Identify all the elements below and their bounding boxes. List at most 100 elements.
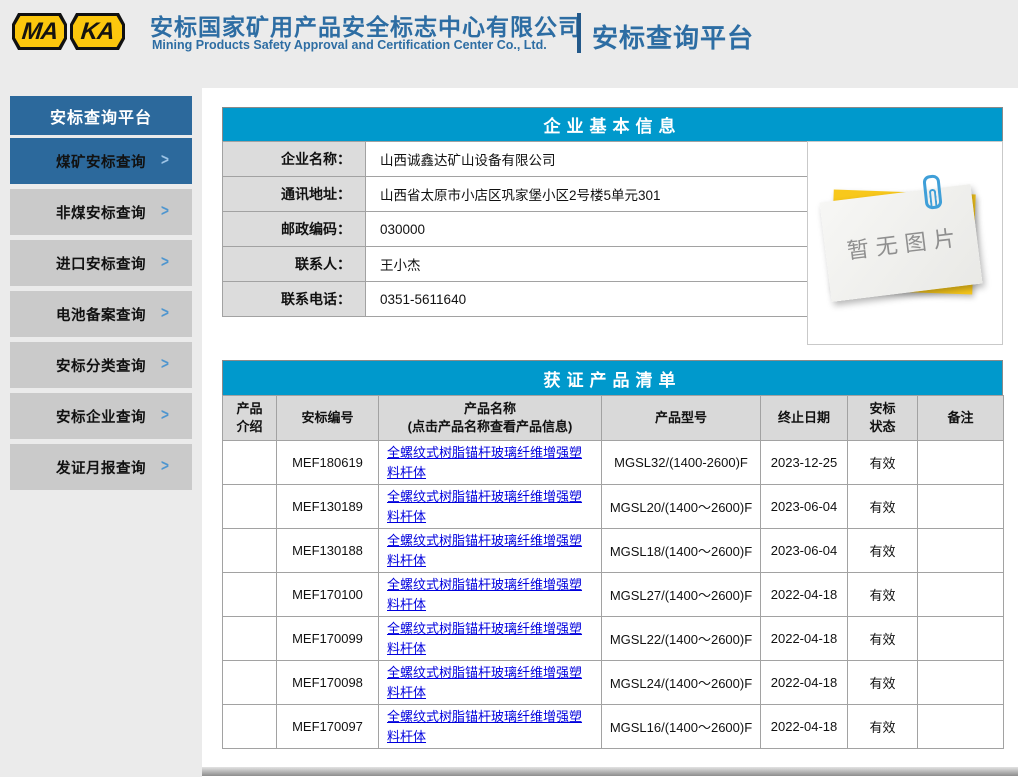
logo-badge-ka-icon: KA xyxy=(70,13,125,50)
product-intro-cell xyxy=(223,661,277,705)
sidebar-item-label: 煤矿安标查询 xyxy=(56,151,146,172)
products-header-row: 产品介绍 安标编号 产品名称(点击产品名称查看产品信息) 产品型号 终止日期 安… xyxy=(223,396,1004,441)
sidebar-item-label: 进口安标查询 xyxy=(56,253,146,274)
product-name-link[interactable]: 全螺纹式树脂锚杆玻璃纤维增强塑料杆体 xyxy=(387,621,582,656)
product-name-link[interactable]: 全螺纹式树脂锚杆玻璃纤维增强塑料杆体 xyxy=(387,577,582,612)
sidebar-item-non-coal-query[interactable]: 非煤安标查询 > xyxy=(10,189,192,235)
products-title: 获证产品清单 xyxy=(222,360,1003,395)
product-name-link[interactable]: 全螺纹式树脂锚杆玻璃纤维增强塑料杆体 xyxy=(387,533,582,568)
status-cell: 有效 xyxy=(848,617,918,661)
col-header-cert-no: 安标编号 xyxy=(277,396,379,441)
col-header-product-intro: 产品介绍 xyxy=(223,396,277,441)
col-header-end-date: 终止日期 xyxy=(761,396,848,441)
chevron-right-icon: > xyxy=(161,456,169,476)
model-cell: MGSL20/(1400～2600)F xyxy=(602,485,761,529)
sidebar-item-monthly-report-query[interactable]: 发证月报查询 > xyxy=(10,444,192,490)
org-name-en: Mining Products Safety Approval and Cert… xyxy=(152,38,547,52)
model-cell: MGSL22/(1400～2600)F xyxy=(602,617,761,661)
info-row: 企业名称： 山西诚鑫达矿山设备有限公司 xyxy=(223,142,808,177)
product-row: MEF130188 全螺纹式树脂锚杆玻璃纤维增强塑料杆体 MGSL18/(140… xyxy=(223,529,1004,573)
sidebar-item-enterprise-query[interactable]: 安标企业查询 > xyxy=(10,393,192,439)
certified-products-section: 获证产品清单 产品介绍 安标编号 产品名称(点击产品名称查看产品信息) 产品型号… xyxy=(222,360,1003,749)
cert-no-cell: MEF170097 xyxy=(277,705,379,749)
product-row: MEF170097 全螺纹式树脂锚杆玻璃纤维增强塑料杆体 MGSL16/(140… xyxy=(223,705,1004,749)
product-intro-cell xyxy=(223,529,277,573)
cert-no-cell: MEF130188 xyxy=(277,529,379,573)
model-cell: MGSL24/(1400～2600)F xyxy=(602,661,761,705)
model-cell: MGSL16/(1400～2600)F xyxy=(602,705,761,749)
sidebar-item-classification-query[interactable]: 安标分类查询 > xyxy=(10,342,192,388)
info-label: 企业名称： xyxy=(223,142,366,177)
postal-code-value: 030000 xyxy=(366,212,808,247)
company-info-title: 企业基本信息 xyxy=(222,107,1003,141)
sidebar-item-label: 电池备案查询 xyxy=(56,304,146,325)
product-intro-cell xyxy=(223,573,277,617)
product-name-link[interactable]: 全螺纹式树脂锚杆玻璃纤维增强塑料杆体 xyxy=(387,445,582,480)
sidebar-item-import-query[interactable]: 进口安标查询 > xyxy=(10,240,192,286)
remark-cell xyxy=(918,529,1004,573)
info-label: 邮政编码： xyxy=(223,212,366,247)
company-photo-box: 暂无图片 xyxy=(807,141,1003,345)
logo-badge-ka-text: KA xyxy=(80,18,116,46)
end-date-cell: 2022-04-18 xyxy=(761,617,848,661)
sidebar-item-coal-mine-query[interactable]: 煤矿安标查询 > xyxy=(10,138,192,184)
company-info-section: 企业基本信息 企业名称： 山西诚鑫达矿山设备有限公司 通讯地址： 山西省太原市小… xyxy=(222,107,1003,317)
info-row: 联系电话： 0351-5611640 xyxy=(223,282,808,317)
platform-title: 安标查询平台 xyxy=(592,18,754,55)
paperclip-icon xyxy=(922,174,942,210)
remark-cell xyxy=(918,573,1004,617)
chevron-right-icon: > xyxy=(161,150,169,170)
no-image-front-card: 暂无图片 xyxy=(819,184,982,302)
product-intro-cell xyxy=(223,705,277,749)
chevron-right-icon: > xyxy=(161,354,169,374)
sidebar-item-label: 非煤安标查询 xyxy=(56,202,146,223)
no-image-text: 暂无图片 xyxy=(838,220,964,267)
end-date-cell: 2023-06-04 xyxy=(761,529,848,573)
sidebar-item-battery-record-query[interactable]: 电池备案查询 > xyxy=(10,291,192,337)
sidebar-item-label: 安标分类查询 xyxy=(56,355,146,376)
cert-no-cell: MEF130189 xyxy=(277,485,379,529)
info-row: 通讯地址： 山西省太原市小店区巩家堡小区2号楼5单元301 xyxy=(223,177,808,212)
no-image-placeholder: 暂无图片 xyxy=(825,187,985,299)
end-date-cell: 2023-06-04 xyxy=(761,485,848,529)
product-row: MEF180619 全螺纹式树脂锚杆玻璃纤维增强塑料杆体 MGSL32/(140… xyxy=(223,441,1004,485)
info-row: 邮政编码： 030000 xyxy=(223,212,808,247)
sidebar-item-label: 发证月报查询 xyxy=(56,457,146,478)
model-cell: MGSL27/(1400～2600)F xyxy=(602,573,761,617)
phone-value: 0351-5611640 xyxy=(366,282,808,317)
status-cell: 有效 xyxy=(848,485,918,529)
model-cell: MGSL18/(1400～2600)F xyxy=(602,529,761,573)
status-cell: 有效 xyxy=(848,705,918,749)
info-row: 联系人： 王小杰 xyxy=(223,247,808,282)
product-name-link[interactable]: 全螺纹式树脂锚杆玻璃纤维增强塑料杆体 xyxy=(387,709,582,744)
col-header-remark: 备注 xyxy=(918,396,1004,441)
chevron-right-icon: > xyxy=(161,303,169,323)
remark-cell xyxy=(918,661,1004,705)
cert-no-cell: MEF180619 xyxy=(277,441,379,485)
end-date-cell: 2022-04-18 xyxy=(761,661,848,705)
status-cell: 有效 xyxy=(848,573,918,617)
info-label: 联系电话： xyxy=(223,282,366,317)
status-cell: 有效 xyxy=(848,661,918,705)
remark-cell xyxy=(918,617,1004,661)
product-row: MEF170099 全螺纹式树脂锚杆玻璃纤维增强塑料杆体 MGSL22/(140… xyxy=(223,617,1004,661)
address-value: 山西省太原市小店区巩家堡小区2号楼5单元301 xyxy=(366,177,808,212)
cert-no-cell: MEF170098 xyxy=(277,661,379,705)
chevron-right-icon: > xyxy=(161,252,169,272)
product-row: MEF130189 全螺纹式树脂锚杆玻璃纤维增强塑料杆体 MGSL20/(140… xyxy=(223,485,1004,529)
cert-no-cell: MEF170099 xyxy=(277,617,379,661)
maka-logo: MA KA xyxy=(12,13,125,50)
product-name-link[interactable]: 全螺纹式树脂锚杆玻璃纤维增强塑料杆体 xyxy=(387,489,582,524)
status-cell: 有效 xyxy=(848,529,918,573)
product-name-link[interactable]: 全螺纹式树脂锚杆玻璃纤维增强塑料杆体 xyxy=(387,665,582,700)
product-row: MEF170098 全螺纹式树脂锚杆玻璃纤维增强塑料杆体 MGSL24/(140… xyxy=(223,661,1004,705)
sidebar-title: 安标查询平台 xyxy=(10,96,192,135)
company-name-value: 山西诚鑫达矿山设备有限公司 xyxy=(366,142,808,177)
sidebar-nav: 安标查询平台 煤矿安标查询 > 非煤安标查询 > 进口安标查询 > 电池备案查询… xyxy=(10,96,192,495)
remark-cell xyxy=(918,485,1004,529)
col-header-status: 安标状态 xyxy=(848,396,918,441)
products-table: 产品介绍 安标编号 产品名称(点击产品名称查看产品信息) 产品型号 终止日期 安… xyxy=(222,395,1004,749)
org-name: 安标国家矿用产品安全标志中心有限公司 xyxy=(150,8,582,42)
top-header: MA KA 安标国家矿用产品安全标志中心有限公司 Mining Products… xyxy=(0,0,1018,88)
status-cell: 有效 xyxy=(848,441,918,485)
